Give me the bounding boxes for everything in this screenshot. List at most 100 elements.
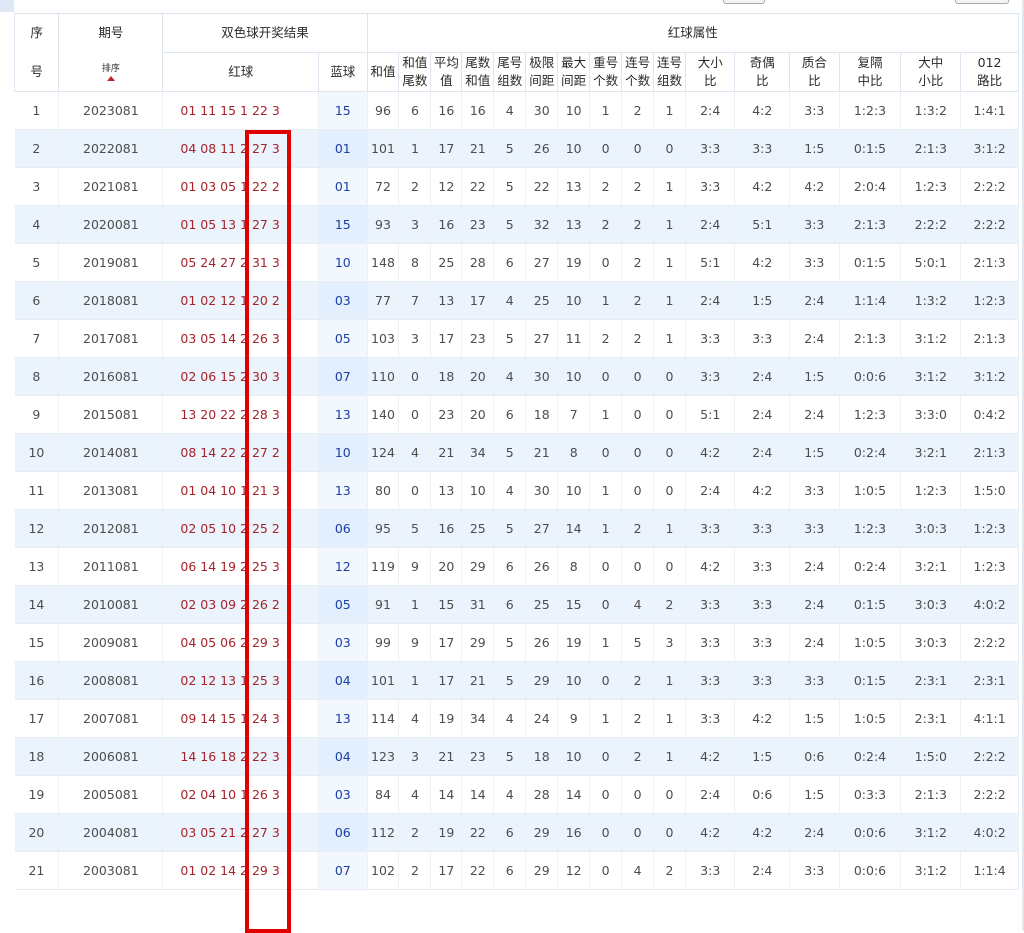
- table-row: 13 2011081 06 14 19 2 25 3 12 119 9 20 29 6 26 8 0 0…: [14, 547, 1019, 586]
- table-row: 1 2023081 01 11 15 1 22 3 15 96 6 16 16 4 30 10 1 2 1…: [14, 91, 1019, 130]
- row-012-route: 2:2:2: [960, 737, 1019, 776]
- header-repeat: 重号 个数: [589, 52, 623, 92]
- table-row: 2 2022081 04 08 11 2 27 3 01 101 1 17 21 5 26 10 0 0…: [14, 129, 1019, 168]
- row-sum: 119: [367, 547, 400, 586]
- row-consec-count: 2: [621, 319, 655, 358]
- row-seq: 6: [14, 281, 60, 320]
- row-big-small: 3:3: [685, 357, 736, 396]
- table-row: 8 2016081 02 06 15 2 30 3 07 110 0 18 20 4 30 10 0 0…: [14, 357, 1019, 396]
- row-odd-even: 3:3: [734, 623, 791, 662]
- row-blue-ball: 06: [318, 509, 368, 548]
- row-repeat: 1: [589, 281, 623, 320]
- row-012-route: 2:1:3: [960, 319, 1019, 358]
- row-tail-sum: 23: [461, 205, 495, 244]
- row-max-gap: 19: [557, 623, 591, 662]
- row-big-mid-small: 3:0:3: [900, 509, 962, 548]
- row-012-route: 2:3:1: [960, 661, 1019, 700]
- row-repeat-gap-mid: 1:2:3: [839, 395, 902, 434]
- toolbar-button[interactable]: [723, 0, 765, 4]
- row-prime-composite: 3:3: [789, 91, 840, 130]
- row-tail-sum: 28: [461, 243, 495, 282]
- row-repeat-gap-mid: 0:2:4: [839, 547, 902, 586]
- row-012-route: 3:1:2: [960, 129, 1019, 168]
- row-tail-groups: 4: [493, 699, 527, 738]
- lottery-results-table: 序 期号 双色球开奖结果 红球属性 号 排序 红球 蓝球 和值 和值 尾数 平均值…: [14, 13, 1019, 890]
- table-row: 3 2021081 01 03 05 1 22 2 01 72 2 12 22 5 22 13 2 2 1…: [14, 167, 1019, 206]
- row-tail-groups: 4: [493, 281, 527, 320]
- row-repeat: 0: [589, 433, 623, 472]
- row-repeat-gap-mid: 1:0:5: [839, 699, 902, 738]
- table-row: 21 2003081 01 02 14 2 29 3 07 102 2 17 22 6 29 12 0…: [14, 851, 1019, 890]
- row-big-mid-small: 2:3:1: [900, 699, 962, 738]
- row-tail-groups: 6: [493, 395, 527, 434]
- row-sum-tail: 2: [398, 851, 432, 890]
- row-avg: 12: [430, 167, 463, 206]
- row-big-mid-small: 1:3:2: [900, 281, 962, 320]
- row-seq: 10: [14, 433, 60, 472]
- row-blue-ball: 06: [318, 813, 368, 852]
- row-tail-sum: 25: [461, 509, 495, 548]
- row-range: 29: [525, 661, 559, 700]
- row-seq: 16: [14, 661, 60, 700]
- row-repeat: 0: [589, 661, 623, 700]
- row-big-small: 5:1: [685, 243, 736, 282]
- row-big-mid-small: 3:0:3: [900, 585, 962, 624]
- row-odd-even: 3:3: [734, 661, 791, 700]
- row-sum: 101: [367, 661, 400, 700]
- row-odd-even: 2:4: [734, 357, 791, 396]
- row-sum-tail: 3: [398, 205, 432, 244]
- row-max-gap: 11: [557, 319, 591, 358]
- row-blue-ball: 04: [318, 661, 368, 700]
- row-seq: 21: [14, 851, 60, 890]
- table-row: 17 2007081 09 14 15 1 24 3 13 114 4 19 34 4 24 9 1 2…: [14, 699, 1019, 738]
- row-odd-even: 2:4: [734, 851, 791, 890]
- row-blue-ball: 07: [318, 851, 368, 890]
- row-tail-groups: 6: [493, 585, 527, 624]
- header-seq-bottom: 号: [14, 52, 60, 92]
- row-blue-ball: 10: [318, 433, 368, 472]
- row-red-balls: 08 14 22 2 27 2: [162, 433, 320, 472]
- row-seq: 4: [14, 205, 60, 244]
- toolbar-button[interactable]: [955, 0, 1009, 4]
- table-row: 4 2020081 01 05 13 1 27 3 15 93 3 16 23 5 32 13 2 2 1…: [14, 205, 1019, 244]
- row-big-small: 3:3: [685, 509, 736, 548]
- row-max-gap: 16: [557, 813, 591, 852]
- row-blue-ball: 07: [318, 357, 368, 396]
- row-big-small: 2:4: [685, 775, 736, 814]
- row-prime-composite: 1:5: [789, 357, 840, 396]
- row-avg: 13: [430, 281, 463, 320]
- row-seq: 2: [14, 129, 60, 168]
- row-max-gap: 15: [557, 585, 591, 624]
- row-prime-composite: 3:3: [789, 471, 840, 510]
- row-big-mid-small: 5:0:1: [900, 243, 962, 282]
- row-prime-composite: 2:4: [789, 395, 840, 434]
- row-red-balls: 05 24 27 2 31 3: [162, 243, 320, 282]
- sort-up-arrow-icon[interactable]: [106, 76, 115, 81]
- row-issue: 2006081: [58, 737, 164, 776]
- row-consec-groups: 0: [653, 433, 686, 472]
- row-big-small: 3:3: [685, 319, 736, 358]
- row-prime-composite: 1:5: [789, 129, 840, 168]
- row-repeat: 1: [589, 509, 623, 548]
- row-max-gap: 10: [557, 91, 591, 130]
- row-max-gap: 12: [557, 851, 591, 890]
- row-consec-groups: 1: [653, 509, 686, 548]
- row-sum-tail: 4: [398, 699, 432, 738]
- table-row: 19 2005081 02 04 10 1 26 3 03 84 4 14 14 4 28 14 0 0…: [14, 775, 1019, 814]
- header-seq: 序: [14, 13, 60, 53]
- row-issue: 2021081: [58, 167, 164, 206]
- row-big-small: 4:2: [685, 813, 736, 852]
- row-blue-ball: 01: [318, 129, 368, 168]
- row-consec-groups: 0: [653, 357, 686, 396]
- row-big-mid-small: 1:5:0: [900, 737, 962, 776]
- sort-label[interactable]: 排序: [60, 64, 162, 75]
- row-tail-sum: 20: [461, 357, 495, 396]
- row-sum-tail: 2: [398, 167, 432, 206]
- row-blue-ball: 12: [318, 547, 368, 586]
- row-range: 26: [525, 547, 559, 586]
- header-blue-ball: 蓝球: [318, 52, 368, 92]
- row-prime-composite: 3:3: [789, 243, 840, 282]
- header-issue-sort[interactable]: 排序: [58, 52, 164, 92]
- row-avg: 19: [430, 813, 463, 852]
- row-odd-even: 2:4: [734, 433, 791, 472]
